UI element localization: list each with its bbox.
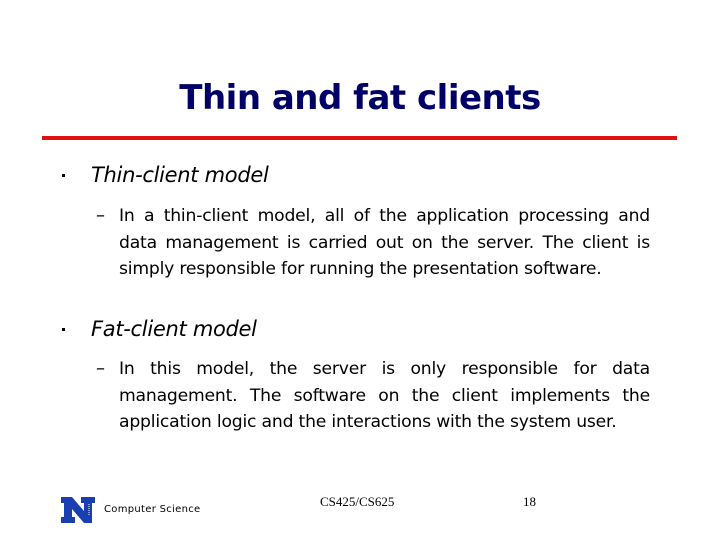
bullet-dot-icon <box>62 328 65 331</box>
bullet-item-fat-client: Fat-client model <box>58 314 658 344</box>
bullet-item-thin-client: Thin-client model <box>58 160 658 190</box>
bullet-heading: Thin-client model <box>91 163 269 187</box>
sub-bullet-text: In a thin-client model, all of the appli… <box>119 206 650 279</box>
dash-icon: – <box>96 358 105 379</box>
dash-icon: – <box>96 205 105 226</box>
sub-bullet-text: In this model, the server is only respon… <box>119 359 650 432</box>
footer-department: Computer Science <box>104 504 201 515</box>
bullet-heading: Fat-client model <box>91 317 257 341</box>
slide-title: Thin and fat clients <box>179 78 541 118</box>
footer-page-number: 18 <box>523 494 536 509</box>
university-n-logo-icon <box>61 497 95 523</box>
title-divider <box>42 136 677 140</box>
footer-course-code: CS425/CS625 <box>320 494 395 509</box>
bullet-dot-icon <box>62 174 65 177</box>
